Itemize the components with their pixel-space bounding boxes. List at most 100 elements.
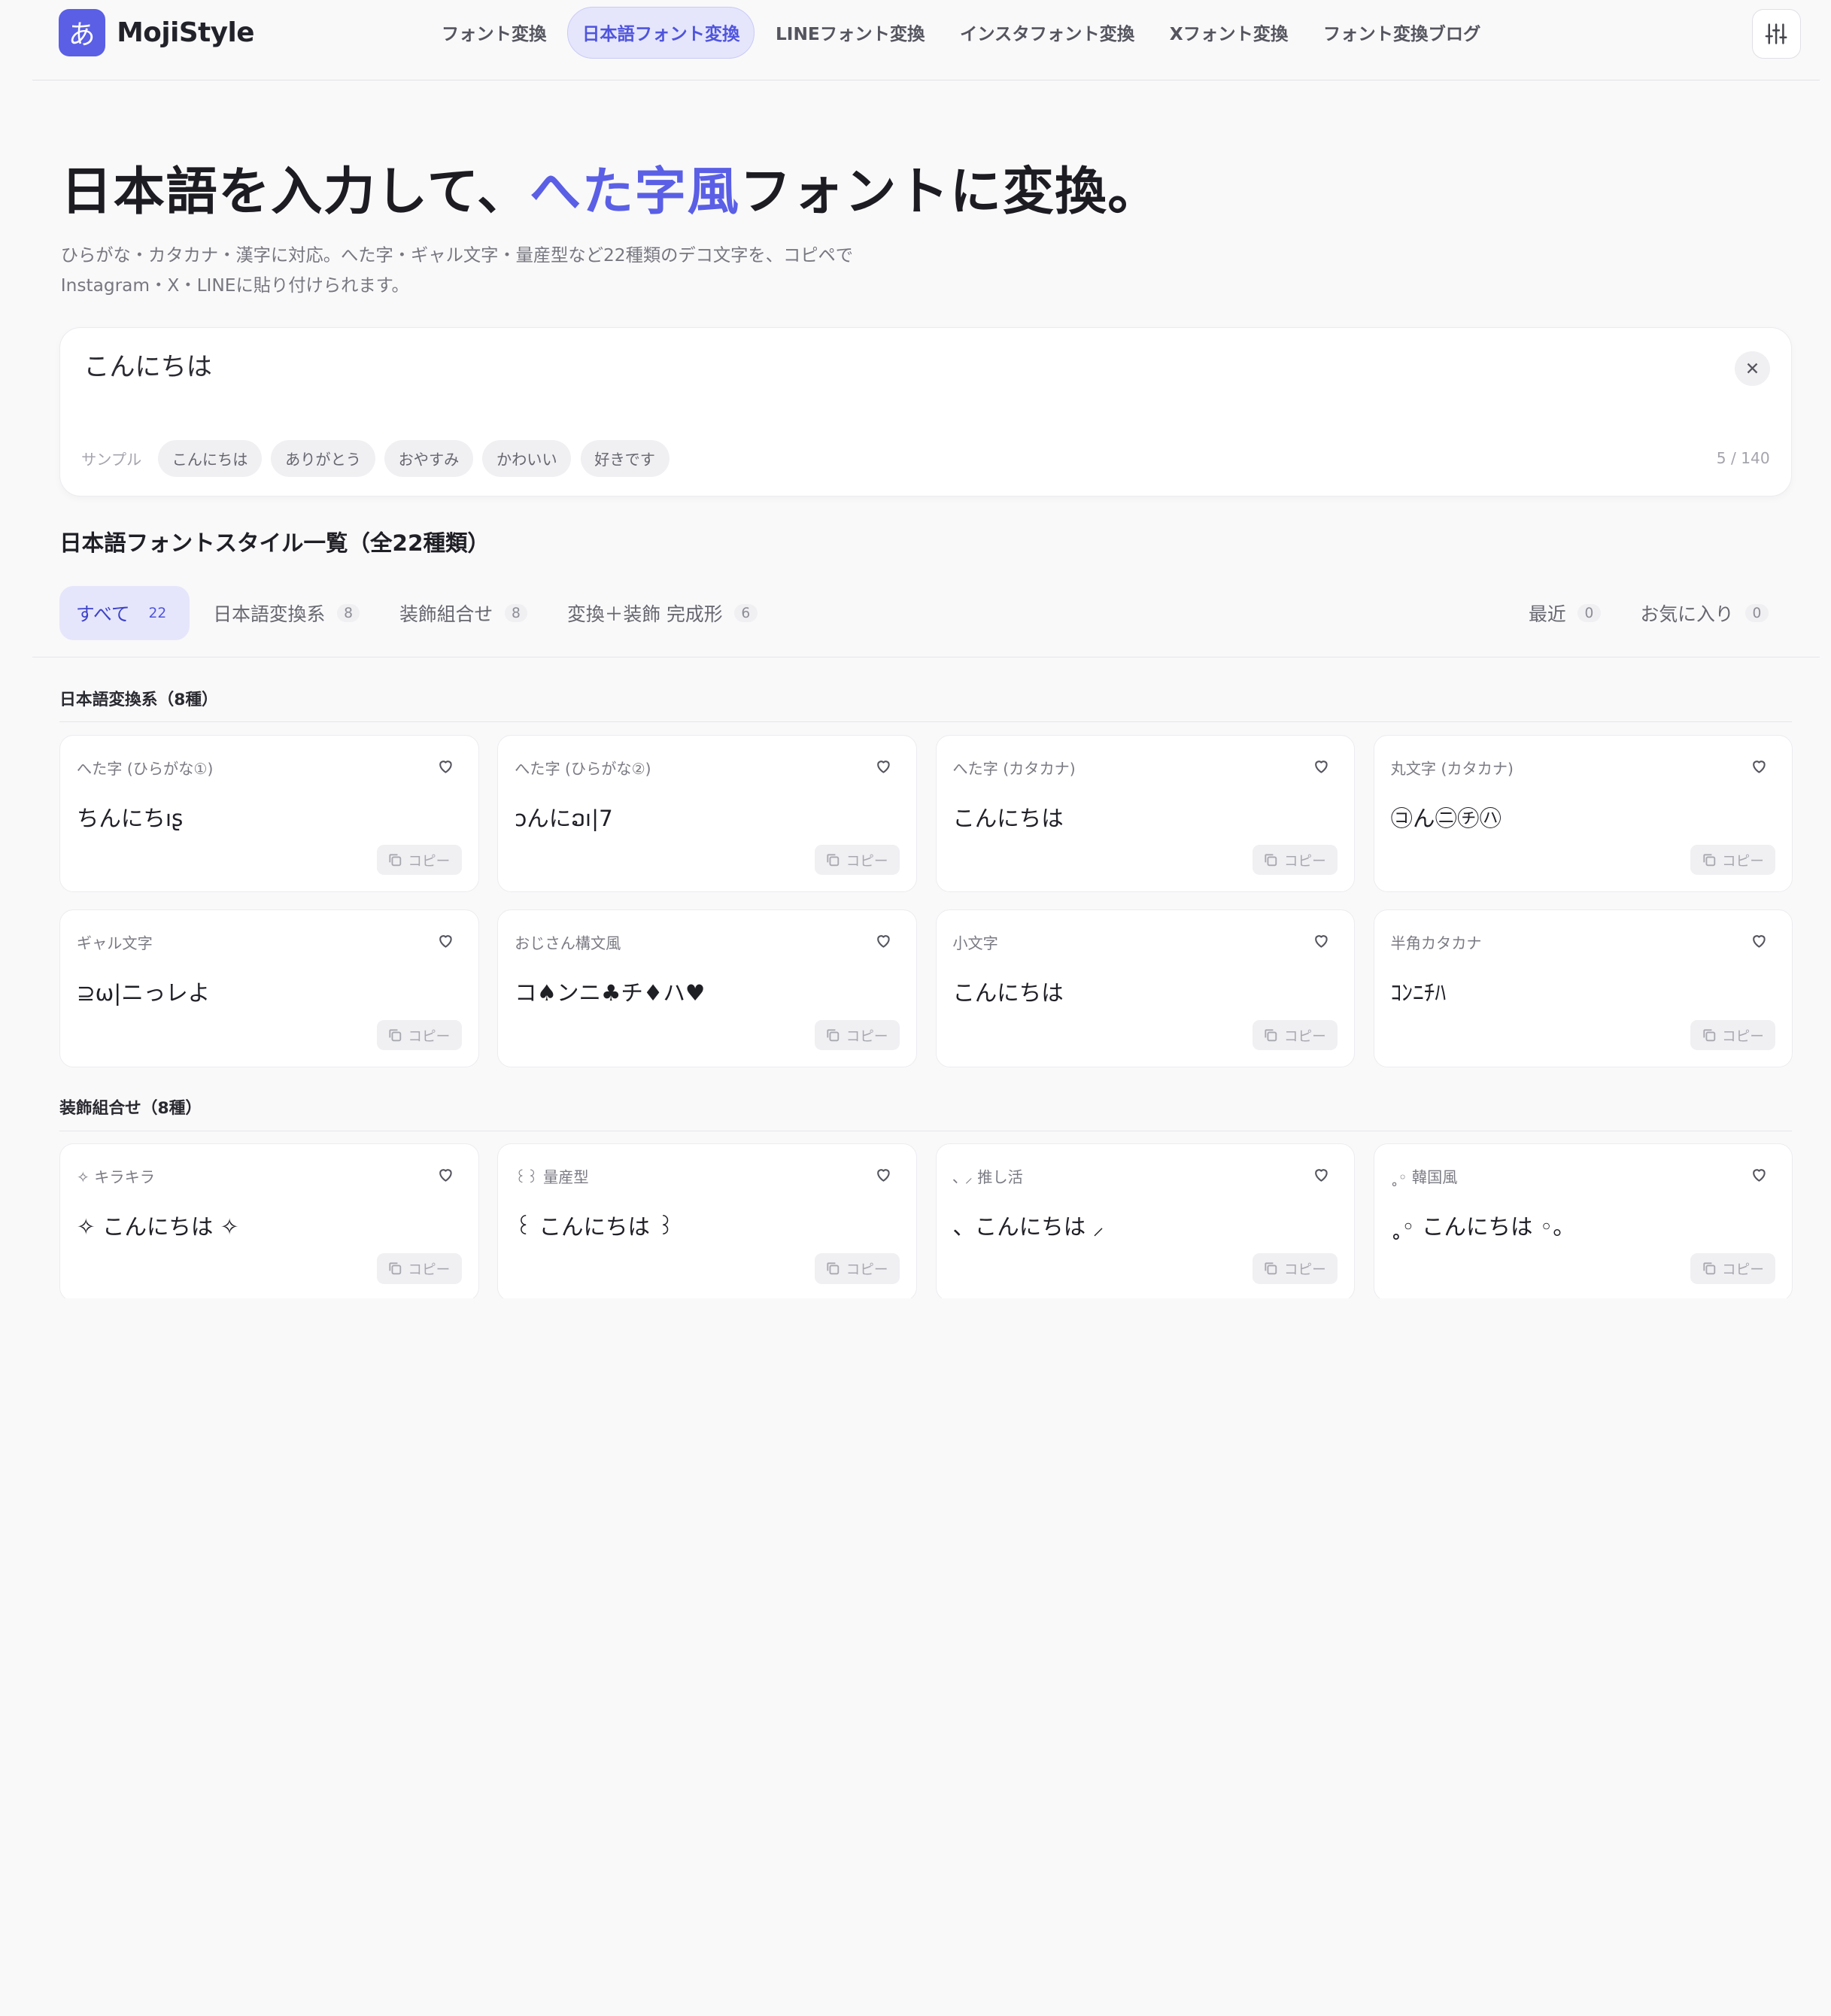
copy-icon (1265, 1262, 1277, 1275)
style-name: へた字 (カタカナ) (952, 759, 1076, 778)
style-card-grid: へた字 (ひらがな①) ちんにちıʂ コピー へた字 (ひらがな②) ɔんにວı… (59, 734, 1793, 1068)
hero-description: ひらがな・カタカナ・漢字に対応。へた字・ギャル文字・量産型など22種類のデコ文字… (60, 244, 854, 296)
page: あ MojiStyle フォント変換 日本語フォント変換 LINEフォント変換 … (0, 0, 1831, 1299)
heart-icon[interactable] (1750, 931, 1769, 950)
style-sample-text: こんにちは (952, 805, 1064, 831)
sample-chip[interactable]: かわいい (482, 439, 572, 478)
tab-label: 最近 (1529, 603, 1566, 626)
copy-button[interactable]: コピー (1690, 1019, 1776, 1051)
copy-icon (827, 1029, 840, 1042)
copy-button[interactable]: コピー (376, 1253, 462, 1284)
style-card[interactable]: 丸文字 (カタカナ) ㋙ん㊁㋠㋩ コピー (1373, 734, 1793, 893)
copy-label: コピー (1283, 853, 1326, 870)
copy-label: コピー (1722, 1028, 1764, 1045)
heart-icon[interactable] (436, 757, 455, 776)
heart-icon[interactable] (874, 1165, 893, 1184)
copy-label: コピー (1722, 853, 1764, 870)
copy-button[interactable]: コピー (1252, 1019, 1338, 1051)
tab-count: 22 (148, 605, 167, 621)
text-input-card: ✕ サンプル こんにちは ありがとう おやすみ かわいい 好きです 5 / 14… (59, 326, 1792, 496)
copy-button[interactable]: コピー (1690, 1253, 1776, 1284)
sliders-icon (1766, 23, 1787, 44)
style-name: おじさん構文風 (515, 934, 621, 953)
heart-icon[interactable] (436, 1165, 455, 1184)
tab-complete[interactable]: 変換＋装飾 完成形 6 (551, 586, 773, 639)
style-card[interactable]: ､ ⸝ 推し活 、こんにちは ⸝ コピー (935, 1143, 1355, 1299)
text-input[interactable] (84, 348, 1602, 379)
heart-icon[interactable] (874, 931, 893, 950)
sample-chip[interactable]: 好きです (580, 439, 670, 478)
nav-insta-font-convert[interactable]: インスタフォント変換 (946, 7, 1148, 58)
copy-label: コピー (1722, 1262, 1764, 1279)
style-sample-text: ちんにちıʂ (76, 805, 184, 831)
tab-all[interactable]: すべて 22 (59, 586, 190, 640)
main-nav: フォント変換 日本語フォント変換 LINEフォント変換 インスタフォント変換 X… (427, 7, 1502, 59)
tab-decoration[interactable]: 装飾組合せ 8 (383, 586, 544, 639)
heart-icon[interactable] (1750, 757, 1769, 776)
style-sample-text: コ♠ンニ♣チ♦ハ♥ (515, 980, 706, 1006)
top-header: あ MojiStyle フォント変換 日本語フォント変換 LINEフォント変換 … (32, 0, 1820, 81)
tab-label: 日本語変換系 (213, 603, 326, 626)
copy-label: コピー (408, 853, 451, 870)
style-card[interactable]: 半角カタカナ ｺﾝﾆﾁﾊ コピー (1373, 909, 1793, 1068)
style-card[interactable]: 小文字 こんにちは コピー (935, 909, 1355, 1068)
style-card[interactable]: ✧ キラキラ ✧ こんにちは ✧ コピー (59, 1143, 479, 1299)
copy-button[interactable]: コピー (814, 1253, 900, 1284)
style-sample-text: 、こんにちは ⸝ (952, 1213, 1104, 1240)
style-card[interactable]: ギャル文字 ⊇ω|ニっレよ コピー (59, 909, 479, 1068)
tab-count: 6 (734, 604, 758, 623)
heart-icon[interactable] (1312, 931, 1331, 950)
tab-label: お気に入り (1640, 603, 1734, 626)
style-name: ꒰꒱ 量産型 (515, 1167, 589, 1186)
style-card[interactable]: ꒰꒱ 量産型 ꒰ こんにちは ꒱ コピー (497, 1143, 917, 1299)
settings-button[interactable] (1751, 9, 1802, 59)
copy-button[interactable]: コピー (376, 845, 462, 876)
style-card-grid: ✧ キラキラ ✧ こんにちは ✧ コピー ꒰꒱ 量産型 ꒰ こんにちは ꒱ コピ… (59, 1143, 1793, 1299)
copy-icon (827, 1262, 840, 1275)
nav-japanese-font-convert[interactable]: 日本語フォント変換 (567, 7, 755, 59)
tab-japanese-convert[interactable]: 日本語変換系 8 (197, 586, 376, 639)
style-card[interactable]: ˳◦ 韓国風 ˳◦ こんにちは ◦。 コピー (1373, 1143, 1793, 1299)
heart-icon[interactable] (1312, 1165, 1331, 1184)
copy-icon (1703, 1262, 1715, 1275)
tab-favorites[interactable]: お気に入り 0 (1624, 586, 1785, 639)
style-card[interactable]: おじさん構文風 コ♠ンニ♣チ♦ハ♥ コピー (497, 909, 917, 1068)
copy-icon (1703, 1029, 1715, 1042)
copy-label: コピー (1283, 1028, 1326, 1045)
copy-button[interactable]: コピー (1252, 845, 1338, 876)
nav-font-blog[interactable]: フォント変換ブログ (1309, 7, 1495, 58)
copy-button[interactable]: コピー (1690, 845, 1776, 876)
tab-count: 8 (504, 604, 528, 623)
style-card[interactable]: へた字 (ひらがな①) ちんにちıʂ コピー (59, 734, 479, 893)
heart-icon[interactable] (874, 757, 893, 776)
logo-mark: あ (58, 9, 105, 56)
nav-line-font-convert[interactable]: LINEフォント変換 (761, 7, 939, 58)
copy-icon (827, 854, 840, 867)
nav-font-convert[interactable]: フォント変換 (427, 7, 560, 58)
char-counter: 5 / 140 (1716, 449, 1770, 468)
hero-title-accent: へた字風 (529, 162, 740, 222)
tab-recent[interactable]: 最近 0 (1512, 586, 1617, 639)
copy-button[interactable]: コピー (814, 1019, 900, 1051)
copy-button[interactable]: コピー (1252, 1253, 1338, 1284)
heart-icon[interactable] (1750, 1165, 1769, 1184)
style-name: ､ ⸝ 推し活 (952, 1167, 1023, 1186)
sample-chip[interactable]: おやすみ (384, 439, 473, 478)
copy-button[interactable]: コピー (376, 1019, 462, 1051)
style-card[interactable]: へた字 (ひらがな②) ɔんにວı|7 コピー (497, 734, 917, 893)
tab-count: 0 (1745, 604, 1769, 623)
sample-chip[interactable]: ありがとう (271, 439, 375, 478)
heart-icon[interactable] (1312, 757, 1331, 776)
heart-icon[interactable] (436, 931, 455, 950)
style-name: 丸文字 (カタカナ) (1390, 759, 1514, 778)
style-card[interactable]: へた字 (カタカナ) こんにちは コピー (935, 734, 1355, 893)
logo[interactable]: あ MojiStyle (58, 9, 254, 56)
style-name: へた字 (ひらがな②) (515, 759, 651, 778)
copy-button[interactable]: コピー (814, 845, 900, 876)
sample-chip[interactable]: こんにちは (157, 439, 263, 478)
style-sample-text: ˳◦ こんにちは ◦。 (1390, 1213, 1575, 1240)
nav-x-font-convert[interactable]: Xフォント変換 (1155, 7, 1302, 58)
clear-button[interactable]: ✕ (1735, 351, 1770, 387)
style-name: ˳◦ 韓国風 (1390, 1167, 1458, 1186)
category-title: 装飾組合せ（8種） (59, 1095, 1792, 1131)
